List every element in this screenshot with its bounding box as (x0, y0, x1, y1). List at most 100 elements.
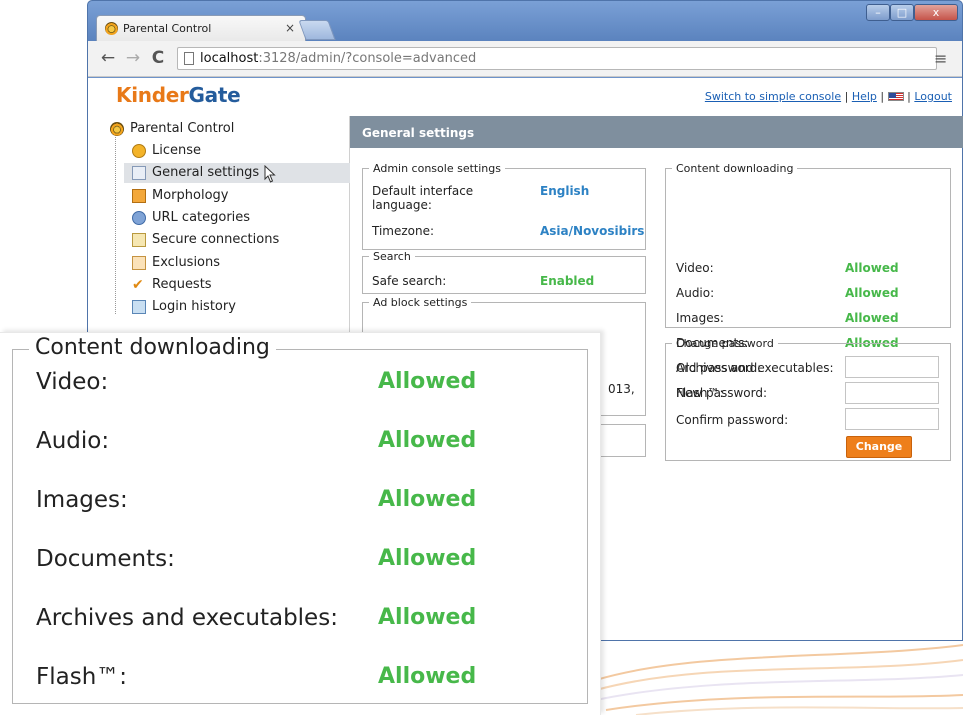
kindergate-favicon-icon (105, 22, 118, 35)
sidebar-item-login-history[interactable]: Login history (130, 297, 236, 317)
confirm-password-label: Confirm password: (676, 413, 789, 427)
mouse-cursor-icon (264, 165, 276, 183)
sidebar-item-label: General settings (152, 165, 260, 180)
admin-console-legend: Admin console settings (373, 162, 501, 175)
zoom-legend: Content downloading (29, 335, 276, 360)
change-password-button[interactable]: Change (846, 436, 912, 458)
zoom-row-label: Flash™: (36, 664, 128, 690)
minimize-button[interactable]: – (866, 4, 890, 21)
parental-control-icon (110, 122, 124, 136)
login-history-icon (132, 300, 146, 314)
search-legend: Search (373, 250, 411, 263)
maximize-button[interactable]: □ (890, 4, 914, 21)
sidebar-item-morphology[interactable]: Morphology (130, 186, 228, 206)
sidebar-item-url-categories[interactable]: URL categories (130, 208, 250, 228)
sidebar-item-license[interactable]: License (130, 141, 201, 161)
sidebar-item-parental-control[interactable]: Parental Control (108, 119, 234, 139)
link-separator: | (907, 90, 911, 103)
sidebar-item-general-settings[interactable]: General settings (124, 163, 350, 183)
sidebar-item-label: License (152, 143, 202, 158)
page-title: General settings (350, 116, 963, 148)
kindergate-logo: KinderGate (116, 83, 241, 107)
tree-connector (115, 124, 116, 314)
reload-icon[interactable]: C (148, 49, 168, 67)
zoom-row-label: Video: (36, 369, 109, 395)
old-password-input[interactable] (845, 356, 939, 378)
logout-link[interactable]: Logout (914, 90, 952, 103)
zoom-row-value: Allowed (378, 605, 477, 630)
address-bar[interactable]: localhost:3128/admin/?console=advanced (177, 47, 937, 70)
zoom-row-value: Allowed (378, 546, 477, 571)
title-bar: Parental Control × – □ x (88, 1, 962, 41)
new-tab-button[interactable] (298, 20, 336, 40)
new-password-input[interactable] (845, 382, 939, 404)
timezone-value[interactable]: Asia/Novosibirs (540, 224, 646, 238)
sidebar-item-exclusions[interactable]: Exclusions (130, 253, 220, 273)
tab-title: Parental Control (123, 22, 212, 35)
zoomed-content-downloading-callout: Content downloading Video: Allowed Audio: A… (0, 332, 601, 715)
browser-menu-icon[interactable]: ≡ (934, 49, 947, 68)
zoom-row-value: Allowed (378, 428, 477, 453)
logo-kinder: Kinder (116, 83, 189, 107)
ad-block-partial-text: 013, (608, 382, 635, 396)
change-password-legend: Change password (676, 337, 774, 350)
url-categories-icon (132, 211, 146, 225)
zoom-row-label: Archives and executables: (36, 605, 338, 631)
secure-connections-icon (132, 233, 146, 247)
language-flag-icon[interactable] (887, 92, 904, 101)
sidebar-item-label: Exclusions (152, 255, 221, 270)
sidebar-item-label: Parental Control (130, 121, 235, 136)
general-settings-icon (132, 166, 146, 180)
tab-close-icon[interactable]: × (285, 21, 295, 35)
sidebar-item-label: Secure connections (152, 232, 280, 247)
zoom-row-value: Allowed (378, 487, 477, 512)
requests-icon: ✔ (132, 277, 144, 293)
zoom-row-value: Allowed (378, 664, 477, 689)
back-arrow-icon[interactable]: ← (98, 49, 118, 67)
link-separator: | (844, 90, 849, 103)
old-password-label: Old password: (676, 361, 762, 375)
license-icon (132, 144, 146, 158)
zoom-row-label: Audio: (36, 428, 110, 454)
zoom-row-label: Documents: (36, 546, 175, 572)
content-row-value[interactable]: Allowed (845, 261, 899, 275)
browser-tab[interactable]: Parental Control × (96, 15, 306, 41)
sidebar-item-requests[interactable]: ✔ Requests (130, 275, 212, 295)
zoom-row-label: Images: (36, 487, 128, 513)
logo-gate: Gate (188, 83, 241, 107)
url-host: localhost (200, 51, 259, 66)
link-separator: | (880, 90, 885, 103)
safe-search-label: Safe search: (372, 274, 447, 288)
language-label: Default interface language: (372, 184, 474, 212)
forward-arrow-icon[interactable]: → (123, 49, 143, 67)
timezone-label: Timezone: (372, 224, 435, 238)
new-password-label: New password: (676, 386, 768, 400)
decorative-swoosh (596, 644, 963, 715)
exclusions-icon (132, 256, 146, 270)
help-link[interactable]: Help (852, 90, 877, 103)
content-downloading-legend: Content downloading (676, 162, 794, 175)
sidebar-item-label: Morphology (152, 188, 229, 203)
header-links: Switch to simple console | Help | | Logo… (705, 90, 952, 103)
sidebar-item-label: Requests (152, 277, 212, 292)
language-value[interactable]: English (540, 184, 589, 198)
page-icon (184, 52, 194, 65)
sidebar-item-secure-connections[interactable]: Secure connections (130, 230, 279, 250)
content-downloading-settings: Content downloading (665, 162, 951, 328)
content-row-value[interactable]: Allowed (845, 311, 899, 325)
morphology-icon (132, 189, 146, 203)
content-row-value[interactable]: Allowed (845, 286, 899, 300)
switch-console-link[interactable]: Switch to simple console (705, 90, 841, 103)
zoom-row-value: Allowed (378, 369, 477, 394)
sidebar-item-label: URL categories (152, 210, 251, 225)
sidebar-item-label: Login history (152, 299, 236, 314)
safe-search-value[interactable]: Enabled (540, 274, 594, 288)
url-path: :3128/admin/?console=advanced (258, 51, 477, 66)
close-window-button[interactable]: x (914, 4, 958, 21)
content-row-label: Audio: (676, 286, 715, 300)
zoom-frame: Content downloading Video: Allowed Audio: A… (12, 335, 588, 704)
browser-toolbar: ← → C localhost:3128/admin/?console=adva… (88, 41, 962, 77)
ad-block-legend: Ad block settings (373, 296, 468, 309)
confirm-password-input[interactable] (845, 408, 939, 430)
content-row-label: Images: (676, 311, 724, 325)
